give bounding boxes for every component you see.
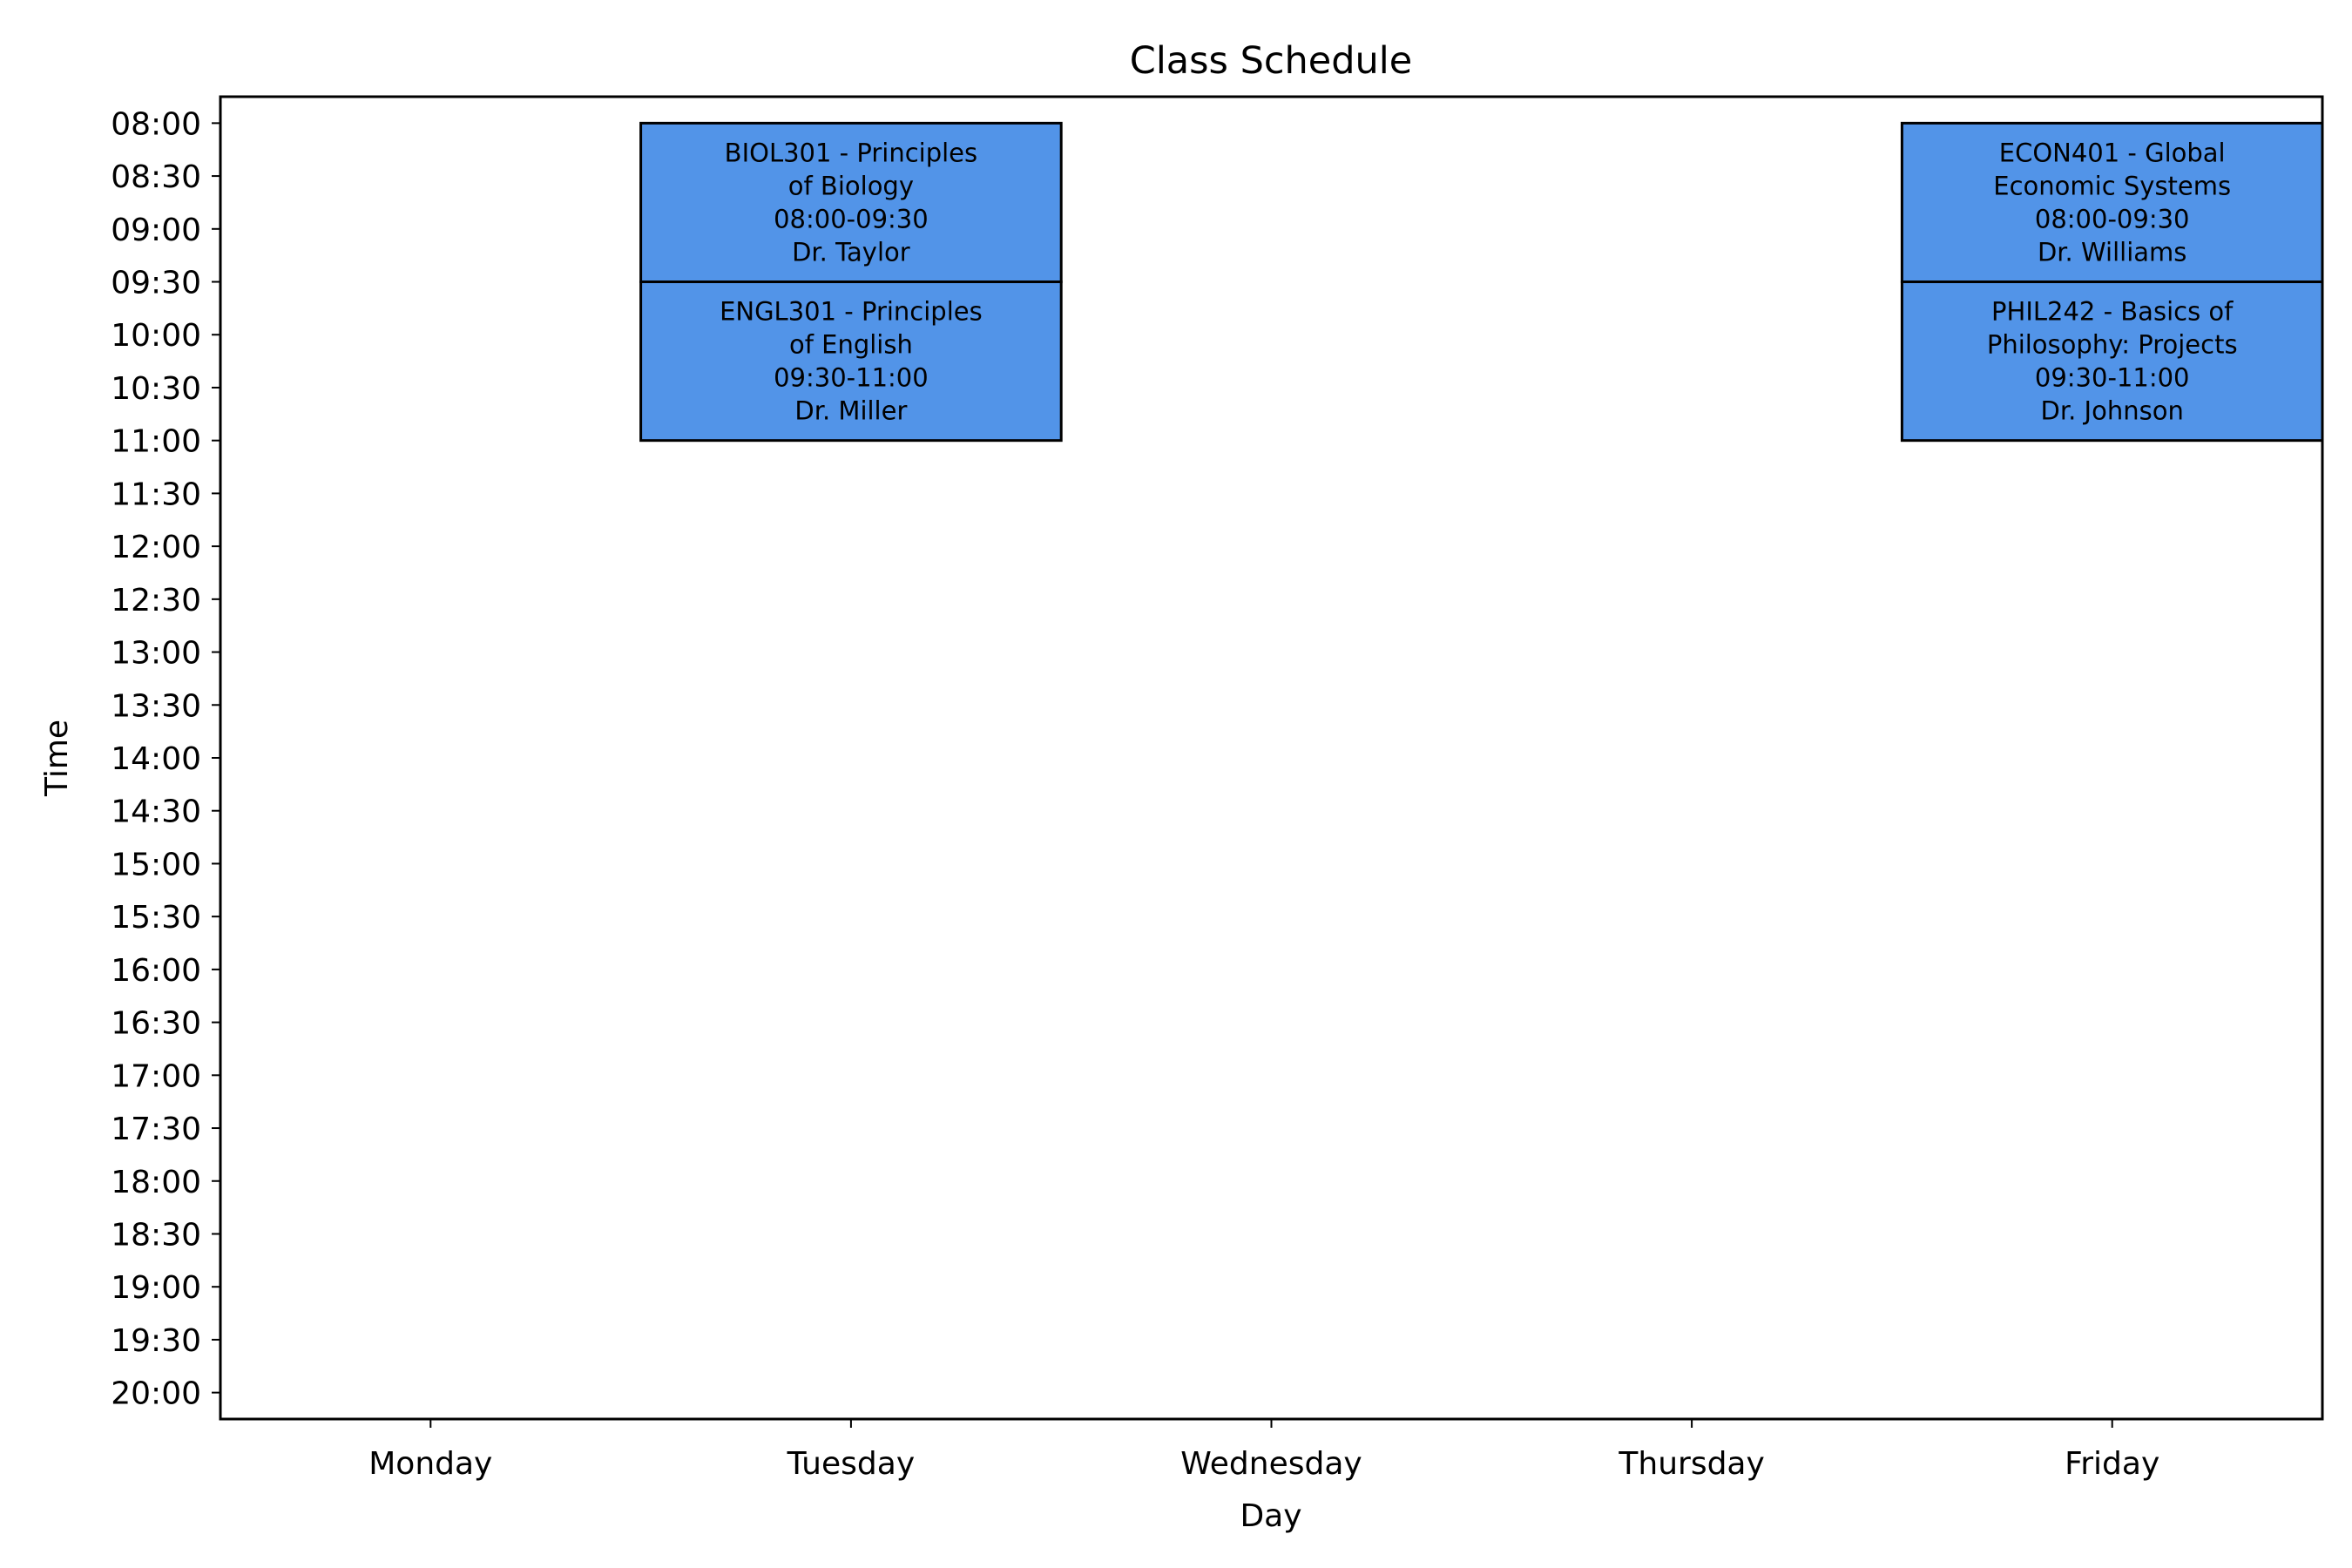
class-block-label: Economic Systems [1993,171,2231,200]
y-tick-label: 17:30 [111,1112,201,1147]
x-tick-label: Thursday [1618,1446,1764,1482]
x-tick-label: Monday [368,1446,492,1482]
y-tick-label: 18:30 [111,1217,201,1253]
y-tick-label: 14:30 [111,794,201,830]
class-block: BIOL301 - Principles of Biology 08:00-09:3… [639,121,1063,284]
class-block-label: Dr. Williams [2038,237,2186,267]
y-tick-label: 12:00 [111,530,201,565]
class-block-label: Philosophy: Projects [1987,330,2238,360]
x-tick-label: Friday [2065,1446,2159,1482]
x-tick-label: Wednesday [1180,1446,1362,1482]
y-tick-label: 08:00 [111,106,201,142]
class-block-label: of Biology [788,171,914,200]
y-tick-label: 11:00 [111,424,201,460]
y-tick-label: 18:00 [111,1165,201,1200]
y-tick-label: 13:30 [111,688,201,724]
y-tick-label: 19:30 [111,1323,201,1359]
y-tick-label: 12:30 [111,583,201,618]
class-block-label: Dr. Taylor [792,237,910,267]
class-block-label: ECON401 - Global [1999,138,2226,167]
class-block-label: PHIL242 - Basics of [1991,297,2234,327]
class-block-label: BIOL301 - Principles [725,138,977,167]
class-block-label: 09:30-11:00 [774,363,929,393]
y-tick-label: 16:30 [111,1006,201,1042]
y-tick-label: 17:00 [111,1058,201,1094]
class-block-label: ENGL301 - Principles [720,297,983,327]
y-tick-label: 10:30 [111,371,201,407]
class-block-label: of English [789,330,913,360]
class-block-label: Dr. Johnson [2041,396,2184,426]
y-tick-label: 15:30 [111,900,201,936]
chart-title: Class Schedule [1130,39,1412,83]
y-axis-title: Time [39,720,75,797]
y-tick-label: 09:00 [111,213,201,248]
class-block-label: 08:00-09:30 [774,204,929,233]
x-axis-title: Day [1240,1498,1301,1534]
y-tick-label: 08:30 [111,159,201,195]
y-tick-label: 20:00 [111,1376,201,1412]
y-tick-label: 09:30 [111,266,201,301]
y-tick-label: 19:00 [111,1270,201,1306]
class-block: ENGL301 - Principlesof English09:30-11:0… [639,280,1063,443]
class-block-label: Dr. Miller [794,396,907,426]
x-tick-label: Tuesday [787,1446,915,1482]
schedule-chart: Class Schedule BIOL301 - Principles of Bi… [0,0,2352,1568]
class-block: PHIL242 - Basics ofPhilosophy: Projects0… [1900,280,2324,443]
y-tick-label: 15:00 [111,847,201,882]
y-tick-label: 13:00 [111,636,201,672]
class-block-label: 09:30-11:00 [2035,363,2190,393]
y-tick-label: 11:30 [111,476,201,512]
y-tick-label: 10:00 [111,318,201,354]
y-tick-label: 16:00 [111,953,201,989]
class-block-label: 08:00-09:30 [2035,204,2190,233]
class-block: ECON401 - Global Economic Systems 08:00-09… [1900,121,2324,284]
y-tick-label: 14:00 [111,741,201,777]
